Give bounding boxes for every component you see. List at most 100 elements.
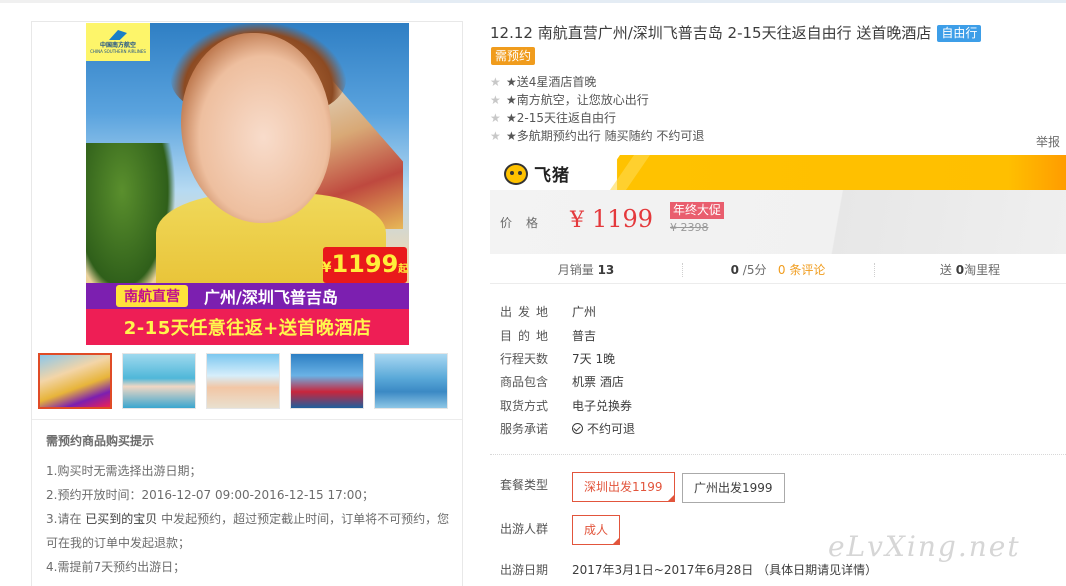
star-icon: ★ xyxy=(490,75,501,89)
feizhu-mascot-icon xyxy=(504,162,528,185)
detail-key: 出发地 xyxy=(500,305,555,320)
travel-date-label: 出游日期 xyxy=(500,563,549,577)
feature-item: ★ ★送4星酒店首晚 xyxy=(490,73,890,91)
reviews-link[interactable]: 0 条评论 xyxy=(778,263,825,277)
detail-key: 目的地 xyxy=(500,328,555,343)
notice-line: 4.需提前7天预约出游日； xyxy=(46,560,186,574)
detail-row: 商品包含 机票 酒店 xyxy=(500,370,635,393)
feature-text: ★南方航空，让您放心出行 xyxy=(506,93,649,107)
detail-row: 出发地 广州 xyxy=(500,300,635,323)
feature-text: ★送4星酒店首晚 xyxy=(506,75,597,89)
product-title-text: 12.12 南航直营广州/深圳飞普吉岛 2-15天往返自由行 送首晚酒店 xyxy=(490,24,932,42)
image-price-value: 1199 xyxy=(331,250,399,278)
feature-list: ★ ★送4星酒店首晚 ★ ★南方航空，让您放心出行 ★ ★2-15天往返自由行 ★ ★多… xyxy=(490,73,890,145)
detail-key: 服务承诺 xyxy=(500,422,549,437)
original-price: ¥ 2398 xyxy=(670,221,709,234)
detail-row: 服务承诺 不约可退 xyxy=(500,417,635,440)
feizhu-logo[interactable]: 飞猪 xyxy=(504,161,570,186)
purchased-items-link[interactable]: 已买到的宝贝 xyxy=(85,512,157,526)
thumbnail-2[interactable] xyxy=(122,353,196,409)
star-icon: ★ xyxy=(490,93,501,107)
reviews-count: 0 xyxy=(777,263,786,277)
airline-name-en: CHINA SOUTHERN AIRLINES xyxy=(90,49,146,54)
points-value: 0 xyxy=(955,263,965,277)
detail-row: 目的地 普吉 xyxy=(500,323,635,346)
detail-value: 普吉 xyxy=(572,328,597,343)
booking-notice: 需预约商品购买提示 1.购买时无需选择出游日期； 2.预约开放时间：2016-1… xyxy=(46,432,456,579)
detail-value: 不约可退 xyxy=(587,422,636,437)
rating-value: 0 xyxy=(730,263,739,277)
price-currency: ¥ xyxy=(570,208,584,233)
thumbnail-3[interactable] xyxy=(206,353,280,409)
detail-row: 行程天数 7天 1晚 xyxy=(500,347,635,370)
detail-row: 取货方式 电子兑换券 xyxy=(500,394,635,417)
image-price-badge: ¥ 1199 起 xyxy=(321,247,409,283)
thumbnail-4[interactable] xyxy=(290,353,364,409)
price-value: ¥1199 xyxy=(570,205,653,233)
notice-line: 2.预约开放时间：2016-12-07 09:00-2016-12-15 17:… xyxy=(46,488,375,502)
options-divider xyxy=(490,454,1066,455)
monthly-sales-label: 月销量 xyxy=(557,263,594,277)
reviews-label: 条评论 xyxy=(789,263,826,277)
star-icon: ★ xyxy=(490,129,501,143)
top-border xyxy=(0,0,1066,3)
rating-suffix: /5分 xyxy=(742,263,767,277)
feature-text: ★多航期预约出行 随买随约 不约可退 xyxy=(506,129,705,143)
feature-item: ★ ★2-15天往返自由行 xyxy=(490,109,890,127)
image-price-currency: ¥ xyxy=(321,260,332,276)
notice-line: 3.请在 已买到的宝贝 中发起预约，超过预定截止时间，订单将不可预约，您 xyxy=(46,507,456,531)
thumbnail-1[interactable] xyxy=(38,353,112,409)
thumbnail-5[interactable] xyxy=(374,353,448,409)
product-title: 12.12 南航直营广州/深圳飞普吉岛 2-15天往返自由行 送首晚酒店 自由行 xyxy=(490,22,1050,44)
gallery-divider xyxy=(32,419,462,420)
price-label: 价格 xyxy=(500,216,553,230)
thumbnail-strip xyxy=(38,353,458,411)
promo-badge: 年终大促 xyxy=(670,202,725,219)
feature-item: ★ ★南方航空，让您放心出行 xyxy=(490,91,890,109)
china-southern-logo: 中国南方航空 CHINA SOUTHERN AIRLINES xyxy=(86,23,150,61)
notice-text: 中发起预约，超过预定截止时间，订单将不可预约，您 xyxy=(161,512,450,526)
monthly-sales: 月销量 13 xyxy=(490,256,682,283)
package-type-label: 套餐类型 xyxy=(500,478,549,492)
notice-title: 需预约商品购买提示 xyxy=(46,434,155,448)
free-travel-tag: 自由行 xyxy=(937,25,982,42)
image-offer-band: 2-15天任意往返+送首晚酒店 xyxy=(86,309,409,345)
image-route-text: 广州/深圳飞普吉岛 xyxy=(204,288,338,307)
feizhu-name: 飞猪 xyxy=(534,166,570,186)
package-option-shenzhen[interactable]: 深圳出发1199 xyxy=(572,472,675,502)
check-circle-icon xyxy=(572,423,583,435)
star-icon: ★ xyxy=(490,111,501,125)
detail-value: 电子兑换券 xyxy=(572,398,633,413)
airline-name-cn: 中国南方航空 xyxy=(99,42,136,49)
points-prefix: 送 xyxy=(939,263,952,277)
points-reward: 送 0淘里程 xyxy=(874,256,1066,283)
detail-key: 商品包含 xyxy=(500,375,549,390)
points-label: 淘里程 xyxy=(964,263,1001,277)
feature-text: ★2-15天往返自由行 xyxy=(506,111,616,125)
reservation-tag: 需预约 xyxy=(491,47,536,65)
detail-value: 7天 1晚 xyxy=(572,351,616,366)
image-route-band: 南航直营 广州/深圳飞普吉岛 xyxy=(86,283,409,309)
stats-row: 月销量 13 0 /5分 0 条评论 送 0淘里程 xyxy=(490,256,1066,284)
price-amount: 1199 xyxy=(592,205,654,233)
main-product-image[interactable]: 中国南方航空 CHINA SOUTHERN AIRLINES ¥ 1199 起 … xyxy=(86,23,409,345)
notice-line: 1.购买时无需选择出游日期； xyxy=(46,464,202,478)
detail-key: 取货方式 xyxy=(500,398,549,413)
image-price-suffix: 起 xyxy=(398,264,409,275)
notice-line: 可在我的订单中发起退款； xyxy=(46,536,191,550)
notice-text: 3.请在 xyxy=(46,512,82,526)
rating-reviews: 0 /5分 0 条评论 xyxy=(682,256,874,283)
detail-value: 广州 xyxy=(572,305,597,320)
feature-item: ★ ★多航期预约出行 随买随约 不约可退 xyxy=(490,127,890,145)
price-panel: 价格 ¥1199 年终大促 ¥ 2398 xyxy=(490,190,1066,254)
travel-date-value: 2017年3月1日~2017年6月28日 （具体日期请见详情） xyxy=(572,563,878,577)
feizhu-brand-bar: 飞猪 xyxy=(490,155,1066,190)
package-option-guangzhou[interactable]: 广州出发1999 xyxy=(682,473,785,503)
report-link[interactable]: 举报 xyxy=(1036,133,1060,150)
traveler-type-label: 出游人群 xyxy=(500,522,549,536)
image-direct-pill: 南航直营 xyxy=(116,285,188,307)
kapok-icon xyxy=(109,30,127,40)
traveler-option-adult[interactable]: 成人 xyxy=(572,515,621,545)
gallery-panel: 中国南方航空 CHINA SOUTHERN AIRLINES ¥ 1199 起 … xyxy=(31,21,463,586)
detail-value: 机票 酒店 xyxy=(572,375,624,390)
